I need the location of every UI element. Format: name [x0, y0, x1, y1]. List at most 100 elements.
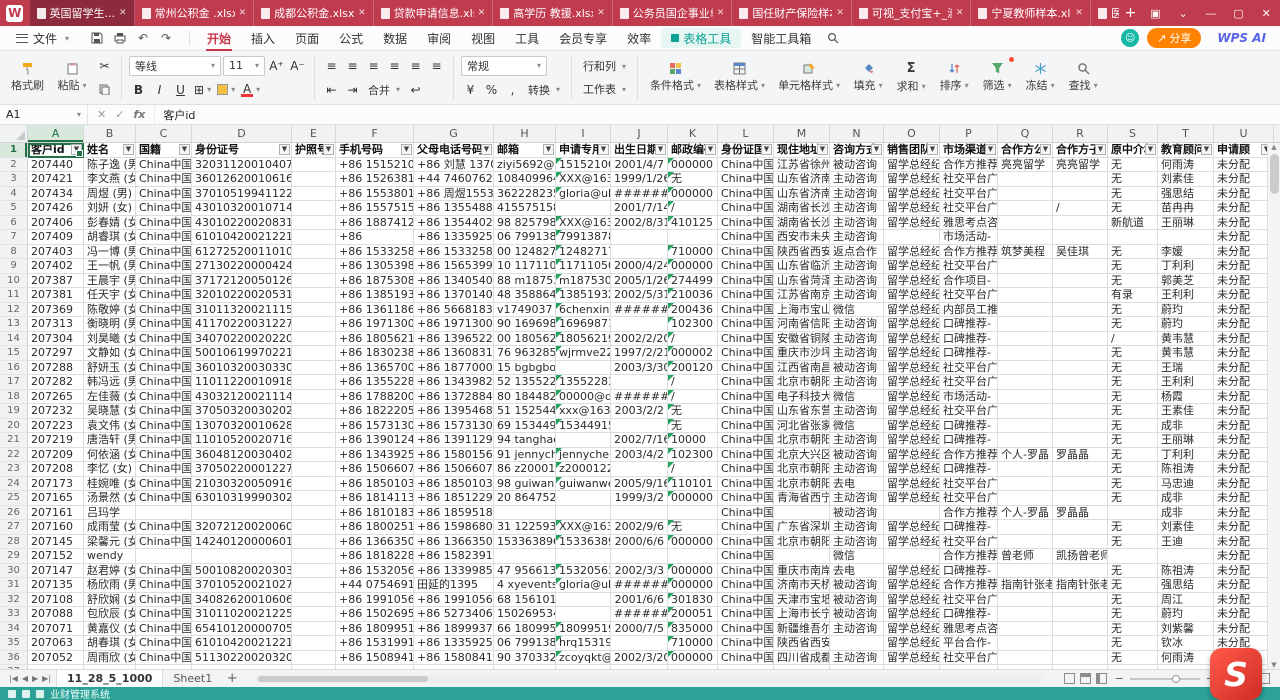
menu-item[interactable]: 工具 — [505, 26, 549, 51]
cell[interactable]: 王丽琳 — [1158, 433, 1214, 448]
row-header[interactable]: 17 — [0, 375, 28, 390]
cell[interactable]: 合作方推荐 — [940, 158, 998, 173]
cell[interactable]: China中国 — [718, 201, 774, 216]
header-cell[interactable]: 邮箱▼ — [494, 143, 556, 158]
cell[interactable]: ######## — [611, 390, 668, 405]
cell[interactable] — [718, 665, 774, 669]
cell[interactable]: 山东省济南 — [774, 172, 830, 187]
cell[interactable]: +86 18753080 — [336, 274, 414, 289]
taskbar-app-icon[interactable] — [36, 690, 44, 698]
cell[interactable]: ######## — [611, 578, 668, 593]
cell[interactable]: 360103200303300725 — [192, 361, 292, 376]
cell[interactable]: 06 799138782 — [494, 230, 556, 245]
cell[interactable]: 市场活动- — [940, 230, 998, 245]
start-icon[interactable] — [8, 690, 16, 698]
cell[interactable] — [1053, 187, 1108, 202]
cell[interactable]: 陕西省西安 — [774, 245, 830, 260]
cell[interactable]: 雅思考点咨 — [940, 216, 998, 231]
cell[interactable]: 微信 — [830, 419, 884, 434]
cell[interactable]: +86 13552283 — [336, 375, 414, 390]
cell[interactable]: 留学总经纪 — [884, 361, 940, 376]
cell[interactable] — [292, 665, 336, 669]
cell[interactable]: 口碑推荐- — [940, 346, 998, 361]
cell[interactable]: +86 56681836 — [414, 303, 494, 318]
cell[interactable]: gloria@uk.c — [556, 578, 611, 593]
cell[interactable]: 15 bgbgbow@ — [494, 361, 556, 376]
menu-item[interactable]: 数据 — [373, 26, 417, 51]
italic-button[interactable]: I — [150, 80, 169, 100]
cell[interactable]: 无 — [1108, 578, 1158, 593]
cell[interactable]: China中国 — [718, 491, 774, 506]
column-header[interactable]: P — [940, 125, 998, 142]
cell[interactable]: 207387 — [28, 274, 84, 289]
cell[interactable]: 周煜 (男) — [84, 187, 136, 202]
cell[interactable]: 169698712 — [556, 317, 611, 332]
cell[interactable]: 去电 — [830, 477, 884, 492]
cell[interactable]: wjrmve221 — [556, 346, 611, 361]
find-button[interactable]: 查找▾ — [1063, 54, 1103, 102]
cell[interactable]: 王迪 — [1158, 535, 1214, 550]
close-icon[interactable]: ✕ — [956, 8, 964, 18]
cell[interactable]: +86 15026953 — [336, 607, 414, 622]
cell[interactable]: 舒妍玉 (女 — [84, 361, 136, 376]
cell[interactable]: 内部员工推 — [940, 303, 998, 318]
cell[interactable]: 刘素佳 — [1158, 172, 1214, 187]
cell[interactable]: 370105199411221118 — [192, 187, 292, 202]
cell[interactable]: 社交平台广 — [940, 201, 998, 216]
cell[interactable] — [1053, 564, 1108, 579]
cell[interactable]: 无 — [1108, 259, 1158, 274]
cell[interactable]: 口碑推荐- — [940, 564, 998, 579]
cell[interactable]: +86 18101832 — [336, 506, 414, 521]
header-cell[interactable]: 合作方公▼ — [998, 143, 1053, 158]
cell[interactable]: China中国 — [718, 375, 774, 390]
filter-dropdown-icon[interactable]: ▼ — [1040, 144, 1051, 155]
cell[interactable]: +86 18002510 — [336, 520, 414, 535]
cell[interactable] — [556, 593, 611, 608]
cell[interactable]: 310113200211152925 — [192, 303, 292, 318]
cell[interactable]: +86 13901242 — [336, 433, 414, 448]
cell[interactable]: 500108200203035125 — [192, 564, 292, 579]
cell[interactable]: 合作项目- — [940, 274, 998, 289]
cell[interactable]: 留学总经纪 — [884, 187, 940, 202]
cell[interactable]: 200436 — [668, 303, 718, 318]
cell[interactable]: China中国 — [136, 607, 192, 622]
cell[interactable]: +86 13965221 — [414, 332, 494, 347]
cell[interactable] — [998, 187, 1053, 202]
cell[interactable]: 留学总经纪 — [884, 216, 940, 231]
cell[interactable]: +86 15332585 — [336, 245, 414, 260]
cell[interactable]: 2002/3/3 — [611, 564, 668, 579]
cell[interactable]: +86 15263810 — [336, 172, 414, 187]
cell[interactable]: / — [668, 332, 718, 347]
cell[interactable]: 山东省济南 — [774, 187, 830, 202]
cell[interactable]: 留学总经纪 — [884, 477, 940, 492]
sum-button[interactable]: Σ 求和▾ — [891, 54, 931, 102]
cell[interactable]: 口碑推荐- — [940, 520, 998, 535]
cell[interactable]: China中国 — [718, 419, 774, 434]
cell[interactable]: 135522838 — [556, 375, 611, 390]
cell[interactable] — [28, 665, 84, 669]
align-left-button[interactable]: ≡ — [385, 56, 404, 76]
cell[interactable]: China中国 — [136, 375, 192, 390]
cell[interactable] — [556, 607, 611, 622]
cell[interactable] — [292, 187, 336, 202]
menu-item[interactable]: 开始 — [197, 26, 241, 51]
cell[interactable]: 赵君婷 (女 — [84, 564, 136, 579]
cell[interactable]: 151521001 — [556, 158, 611, 173]
cell[interactable]: 无 — [1108, 477, 1158, 492]
cell[interactable]: 207288 — [28, 361, 84, 376]
cell[interactable]: 主动咨询 — [830, 520, 884, 535]
cell[interactable]: China中国 — [136, 636, 192, 651]
cell[interactable]: China中国 — [718, 361, 774, 376]
filter-dropdown-icon[interactable]: ▼ — [705, 144, 716, 155]
row-header[interactable]: 36 — [0, 651, 28, 666]
cell[interactable]: 主动咨询 — [830, 274, 884, 289]
cell[interactable]: China中国 — [718, 259, 774, 274]
cell[interactable] — [998, 636, 1053, 651]
row-header[interactable]: 11 — [0, 288, 28, 303]
close-icon[interactable]: ✕ — [717, 8, 725, 18]
cell[interactable]: China中国 — [718, 549, 774, 564]
row-header[interactable]: 32 — [0, 593, 28, 608]
header-cell[interactable]: 身份证号▼ — [192, 143, 292, 158]
cell[interactable]: +86 13657006 — [336, 361, 414, 376]
cell[interactable] — [1053, 622, 1108, 637]
